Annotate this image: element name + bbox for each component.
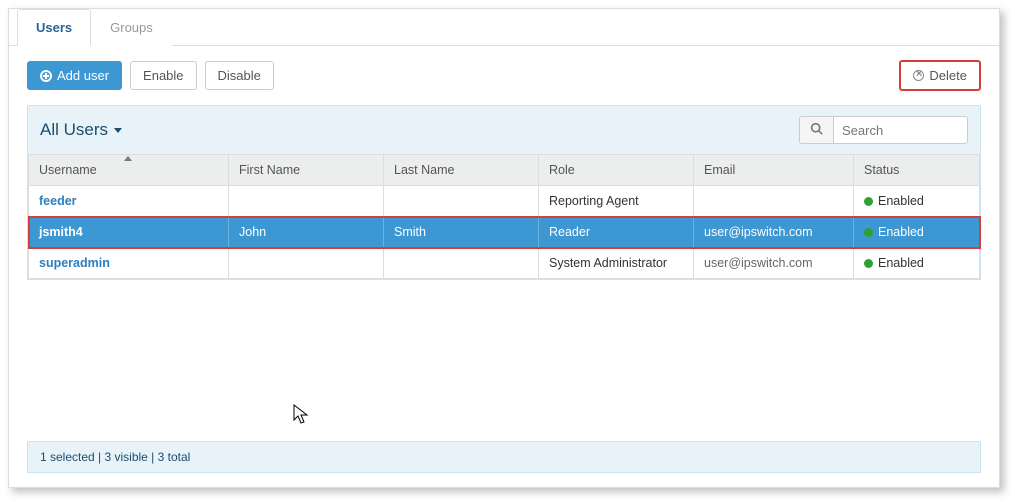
search-icon: [810, 122, 823, 135]
cell-first-name: [229, 248, 384, 279]
table-header-row: Username First Name Last Name Role Email…: [29, 155, 980, 186]
cell-first-name: [229, 186, 384, 217]
cell-email: user@ipswitch.com: [694, 248, 854, 279]
filter-title-text: All Users: [40, 120, 108, 140]
toolbar: Add user Enable Disable Delete: [9, 46, 999, 105]
status-dot-icon: [864, 197, 873, 206]
username-link[interactable]: superadmin: [39, 256, 110, 270]
username-link[interactable]: jsmith4: [39, 225, 83, 239]
col-first-name[interactable]: First Name: [229, 155, 384, 186]
search-group: [799, 116, 968, 144]
users-panel: Users Groups Add user Enable Disable Del…: [8, 8, 1000, 488]
col-status[interactable]: Status: [854, 155, 980, 186]
content-area: All Users Username First: [27, 105, 981, 280]
cell-status: Enabled: [854, 217, 980, 248]
caret-down-icon: [114, 128, 122, 133]
cell-status: Enabled: [854, 248, 980, 279]
cursor-icon: [293, 404, 311, 426]
cell-role: Reader: [539, 217, 694, 248]
tab-users[interactable]: Users: [17, 9, 91, 46]
search-button[interactable]: [799, 116, 833, 144]
delete-button[interactable]: Delete: [899, 60, 981, 91]
cell-first-name: John: [229, 217, 384, 248]
col-role[interactable]: Role: [539, 155, 694, 186]
tab-bar: Users Groups: [9, 9, 999, 46]
status-dot-icon: [864, 228, 873, 237]
username-link[interactable]: feeder: [39, 194, 77, 208]
users-table: Username First Name Last Name Role Email…: [28, 154, 980, 279]
cell-email: [694, 186, 854, 217]
col-email[interactable]: Email: [694, 155, 854, 186]
delete-label: Delete: [929, 68, 967, 83]
search-input[interactable]: [833, 116, 968, 144]
tab-groups[interactable]: Groups: [91, 9, 172, 46]
table-row[interactable]: superadmin System Administratoruser@ipswi…: [29, 248, 980, 279]
enable-button[interactable]: Enable: [130, 61, 196, 90]
status-footer: 1 selected | 3 visible | 3 total: [27, 441, 981, 473]
col-username[interactable]: Username: [29, 155, 229, 186]
cell-last-name: Smith: [384, 217, 539, 248]
plus-circle-icon: [40, 70, 52, 82]
table-row[interactable]: jsmith4 JohnSmithReaderuser@ipswitch.comE…: [29, 217, 980, 248]
filter-dropdown[interactable]: All Users: [40, 120, 122, 140]
filter-bar: All Users: [28, 106, 980, 154]
add-user-button[interactable]: Add user: [27, 61, 122, 90]
cell-role: Reporting Agent: [539, 186, 694, 217]
cell-email: user@ipswitch.com: [694, 217, 854, 248]
cell-last-name: [384, 248, 539, 279]
cell-role: System Administrator: [539, 248, 694, 279]
col-last-name[interactable]: Last Name: [384, 155, 539, 186]
cell-last-name: [384, 186, 539, 217]
table-row[interactable]: feeder Reporting Agent Enabled: [29, 186, 980, 217]
cell-status: Enabled: [854, 186, 980, 217]
remove-circle-icon: [913, 70, 924, 81]
sort-asc-icon: [124, 156, 132, 161]
disable-button[interactable]: Disable: [205, 61, 274, 90]
status-dot-icon: [864, 259, 873, 268]
add-user-label: Add user: [57, 68, 109, 83]
